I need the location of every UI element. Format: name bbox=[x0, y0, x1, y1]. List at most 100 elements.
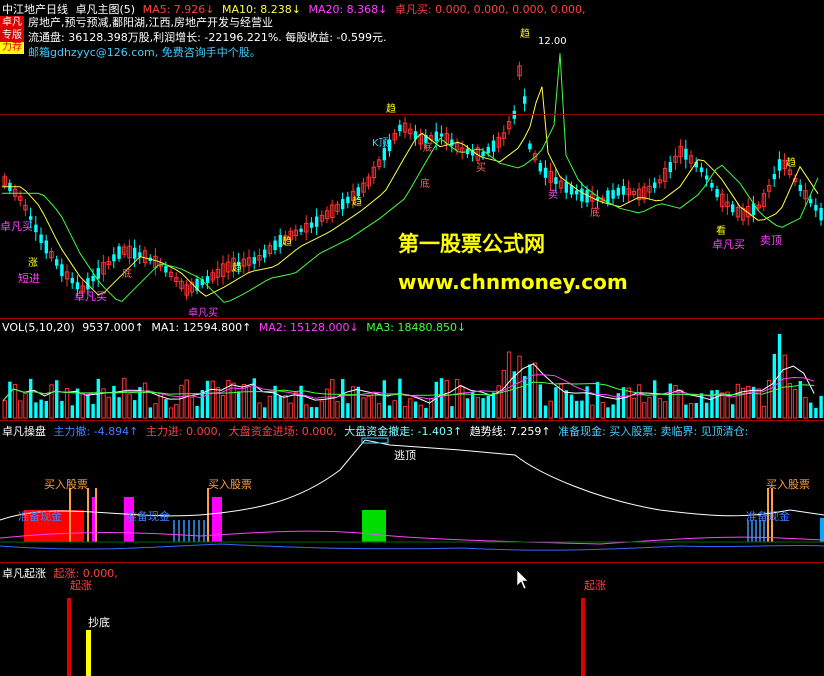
volume-bar bbox=[376, 403, 382, 419]
volume-bar bbox=[387, 405, 392, 418]
di-label: 底 bbox=[420, 179, 430, 190]
badge-text: 力荐 bbox=[2, 42, 22, 53]
k-top-label: K顶 bbox=[372, 138, 389, 149]
trend-label: 趋 bbox=[232, 263, 242, 274]
volume-bar bbox=[642, 402, 647, 419]
recommend-badge[interactable]: 力荐 bbox=[0, 42, 24, 54]
candle-body bbox=[346, 196, 350, 204]
volume-bar bbox=[55, 380, 59, 418]
brand-badge[interactable]: 卓凡 专版 bbox=[0, 16, 24, 42]
candle-body bbox=[543, 167, 548, 178]
candle-body bbox=[34, 224, 38, 233]
candle-body bbox=[252, 257, 256, 264]
bottom-label: 抄底 bbox=[88, 616, 110, 629]
volume-bar bbox=[450, 406, 454, 418]
volume-bar bbox=[350, 386, 356, 419]
main-enter-value: 主力进: 0.000, bbox=[145, 425, 222, 438]
volume-bar bbox=[647, 397, 652, 419]
volume-bar bbox=[293, 392, 299, 419]
candle-body bbox=[621, 186, 626, 195]
sell-mark-label: 卖 bbox=[548, 190, 558, 201]
volume-bar bbox=[361, 397, 366, 419]
volume-bar bbox=[86, 394, 90, 418]
volume-bar bbox=[803, 396, 808, 419]
volume-bar bbox=[189, 396, 195, 419]
candle-body bbox=[439, 133, 444, 137]
volume-bar bbox=[205, 380, 210, 418]
volume-bar bbox=[626, 387, 631, 419]
volume-bar bbox=[548, 400, 553, 419]
volume-bar bbox=[34, 402, 38, 418]
info-float: 流通盘: 36128.398万股,利润增长: -22196.221%. 每股收益… bbox=[28, 31, 387, 44]
volume-bar bbox=[319, 400, 325, 419]
candle-body bbox=[705, 175, 709, 180]
short-entry-label: 短进 bbox=[18, 272, 40, 285]
volume-bar bbox=[70, 405, 74, 418]
candle-body bbox=[616, 187, 620, 196]
volume-bar bbox=[382, 380, 386, 418]
candle-body bbox=[699, 167, 704, 173]
candle-body bbox=[523, 96, 527, 104]
candle-body bbox=[481, 151, 485, 157]
volume-bar bbox=[148, 407, 152, 418]
di-label: 底 bbox=[122, 269, 132, 280]
candle-body bbox=[564, 181, 568, 193]
watermark-title: 第一股票公式网 bbox=[398, 232, 545, 256]
volume-bar bbox=[142, 382, 148, 419]
volume-bar bbox=[179, 384, 184, 419]
volume-bar bbox=[278, 396, 282, 418]
volume-bar bbox=[512, 371, 516, 418]
volume-bar bbox=[735, 383, 741, 419]
volume-bar bbox=[491, 392, 496, 418]
volume-bar bbox=[465, 398, 470, 418]
candle-body bbox=[44, 240, 48, 254]
volume-bar bbox=[631, 397, 637, 419]
volume-bar bbox=[662, 401, 668, 419]
volume-bar bbox=[475, 396, 481, 419]
volume-ma1: MA1: 12594.800↑ bbox=[151, 321, 252, 334]
volume-bar bbox=[96, 378, 100, 418]
volume-bar bbox=[418, 404, 423, 419]
volume-bar bbox=[486, 395, 490, 418]
market-out-value: 大盘资金撤走: -1.403↑ bbox=[344, 425, 463, 438]
volume-bar bbox=[356, 386, 360, 418]
candle-body bbox=[731, 204, 735, 213]
volume-bar bbox=[694, 403, 698, 418]
panel3-header: 卓凡操盘 主力撤: -4.894↑ 主力进: 0.000, 大盘资金进场: 0.… bbox=[2, 423, 748, 439]
candle-body bbox=[138, 252, 142, 257]
volume-bar bbox=[580, 400, 584, 418]
volume-bar bbox=[720, 392, 725, 419]
candle-body bbox=[809, 199, 813, 204]
volume-bar bbox=[688, 403, 694, 419]
prepare-value: 准备现金: 买入股票: 卖临界: 见顶清仓: bbox=[558, 425, 749, 438]
volume-bar bbox=[112, 385, 116, 418]
prepare-cash-label: 准备现金 bbox=[126, 510, 170, 523]
candle-body bbox=[819, 208, 823, 221]
buy-label: 卓凡买 bbox=[712, 238, 745, 251]
candle-body bbox=[117, 246, 121, 259]
candle-body bbox=[133, 247, 137, 259]
volume-bar bbox=[501, 369, 507, 419]
volume-bar bbox=[575, 400, 579, 418]
volume-bar bbox=[819, 395, 823, 418]
badge-text: 卓凡 bbox=[2, 17, 22, 28]
rise-label: 起涨 bbox=[70, 579, 92, 592]
price-chart-canvas[interactable] bbox=[0, 0, 824, 676]
volume-bar bbox=[153, 403, 158, 419]
volume-bar bbox=[23, 392, 28, 419]
candle-body bbox=[263, 249, 267, 258]
candle-body bbox=[528, 143, 532, 150]
volume-bar bbox=[335, 401, 340, 419]
panel4-name: 卓凡起涨 bbox=[2, 567, 46, 580]
volume-bar bbox=[471, 392, 475, 418]
volume-bar bbox=[195, 405, 199, 418]
candle-body bbox=[798, 184, 802, 191]
volume-bar bbox=[792, 388, 798, 419]
volume-value: 9537.000↑ bbox=[82, 321, 144, 334]
candle-body bbox=[398, 124, 402, 132]
candle-body bbox=[611, 189, 615, 199]
volume-bar bbox=[731, 404, 735, 418]
volume-bar bbox=[117, 397, 121, 418]
rise-bar bbox=[581, 598, 585, 676]
main-retreat-value: 主力撤: -4.894↑ bbox=[53, 425, 139, 438]
